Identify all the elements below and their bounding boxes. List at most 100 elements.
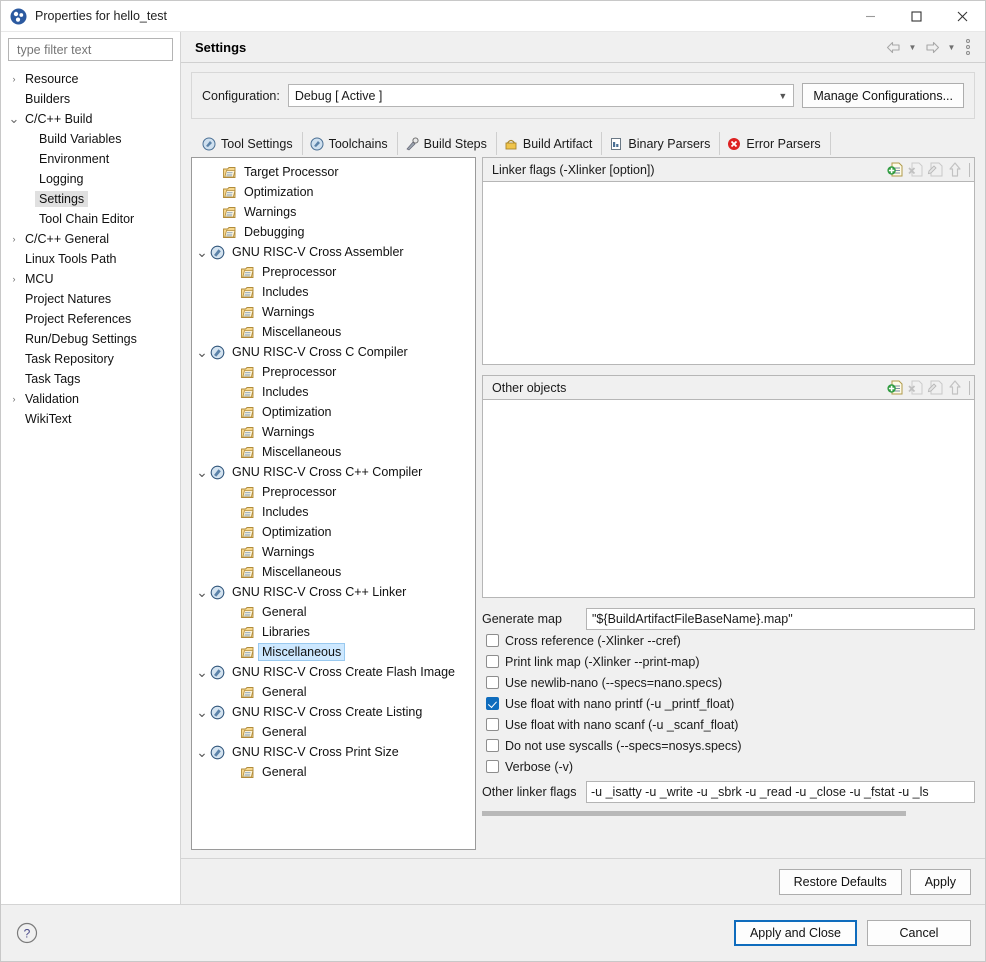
linker-flags-list[interactable]: [482, 182, 975, 365]
tool-tree-item[interactable]: Includes: [194, 502, 475, 522]
apply-button[interactable]: Apply: [909, 868, 971, 895]
move-up-icon[interactable]: [947, 379, 964, 396]
tool-tree-item[interactable]: ⌄ GNU RISC-V Cross Create Flash Image: [194, 662, 475, 682]
tool-tree-item[interactable]: Miscellaneous: [194, 322, 475, 342]
help-icon[interactable]: ?: [15, 921, 39, 945]
move-up-icon[interactable]: [947, 161, 964, 178]
tool-tree-item[interactable]: ⌄ GNU RISC-V Cross C++ Linker: [194, 582, 475, 602]
linker-option-row[interactable]: Print link map (-Xlinker --print-map): [482, 651, 975, 672]
linker-option-row[interactable]: Use float with nano scanf (-u _scanf_flo…: [482, 714, 975, 735]
add-icon[interactable]: [887, 161, 904, 178]
sidebar-item-project-natures[interactable]: Project Natures: [3, 289, 180, 309]
sidebar-item-validation[interactable]: › Validation: [3, 389, 180, 409]
tab-build-steps[interactable]: Build Steps: [398, 132, 497, 155]
linker-option-row[interactable]: Use float with nano printf (-u _printf_f…: [482, 693, 975, 714]
tool-tree-item[interactable]: Preprocessor: [194, 262, 475, 282]
edit-icon[interactable]: [927, 379, 944, 396]
linker-option-row[interactable]: Use newlib-nano (--specs=nano.specs): [482, 672, 975, 693]
tool-tree-item[interactable]: Optimization: [194, 182, 475, 202]
sidebar-item-settings[interactable]: Settings: [3, 189, 180, 209]
sidebar-item-c-c-general[interactable]: › C/C++ General: [3, 229, 180, 249]
tool-tree-item[interactable]: General: [194, 682, 475, 702]
tool-tree-item[interactable]: ⌄ GNU RISC-V Cross C Compiler: [194, 342, 475, 362]
chevron-down-icon[interactable]: ⌄: [7, 112, 21, 125]
filter-input[interactable]: [15, 41, 166, 58]
checkbox[interactable]: [486, 739, 499, 752]
linker-option-row[interactable]: Cross reference (-Xlinker --cref): [482, 630, 975, 651]
sidebar-item-c-c-build[interactable]: ⌄ C/C++ Build: [3, 109, 180, 129]
sidebar-item-resource[interactable]: › Resource: [3, 69, 180, 89]
chevron-down-icon[interactable]: ⌄: [194, 665, 210, 679]
sidebar-item-environment[interactable]: Environment: [3, 149, 180, 169]
tool-tree-item[interactable]: Warnings: [194, 302, 475, 322]
view-menu-icon[interactable]: [961, 37, 975, 57]
tool-tree-item[interactable]: ⌄ GNU RISC-V Cross Create Listing: [194, 702, 475, 722]
tool-tree-item[interactable]: Warnings: [194, 202, 475, 222]
delete-icon[interactable]: [907, 161, 924, 178]
tool-tree-item[interactable]: Optimization: [194, 402, 475, 422]
edit-icon[interactable]: [927, 161, 944, 178]
chevron-down-icon[interactable]: ⌄: [194, 705, 210, 719]
tool-tree-item[interactable]: Includes: [194, 282, 475, 302]
checkbox[interactable]: [486, 634, 499, 647]
add-icon[interactable]: [887, 379, 904, 396]
chevron-down-icon[interactable]: ⌄: [194, 745, 210, 759]
tool-tree[interactable]: Target Processor Optimization Warnings Debu…: [191, 157, 476, 850]
chevron-right-icon[interactable]: ›: [7, 234, 21, 244]
checkbox[interactable]: [486, 697, 499, 710]
chevron-down-icon[interactable]: ⌄: [194, 585, 210, 599]
sidebar-item-mcu[interactable]: › MCU: [3, 269, 180, 289]
horizontal-scrollbar[interactable]: [482, 810, 975, 817]
filter-box[interactable]: [8, 38, 173, 61]
tool-tree-item[interactable]: Warnings: [194, 422, 475, 442]
configuration-select[interactable]: Debug [ Active ] ▼: [287, 84, 795, 107]
forward-history-dropdown-icon[interactable]: ▼: [945, 37, 958, 57]
tab-toolchains[interactable]: Toolchains: [303, 132, 398, 155]
apply-and-close-button[interactable]: Apply and Close: [733, 920, 857, 946]
tool-tree-item[interactable]: Preprocessor: [194, 362, 475, 382]
sidebar-item-tool-chain-editor[interactable]: Tool Chain Editor: [3, 209, 180, 229]
other-objects-list[interactable]: [482, 400, 975, 598]
linker-option-row[interactable]: Verbose (-v): [482, 756, 975, 777]
tab-binary-parsers[interactable]: Binary Parsers: [602, 132, 721, 155]
tool-tree-item[interactable]: General: [194, 722, 475, 742]
tool-tree-item[interactable]: Optimization: [194, 522, 475, 542]
tool-tree-item[interactable]: Warnings: [194, 542, 475, 562]
chevron-down-icon[interactable]: ⌄: [194, 245, 210, 259]
sidebar-item-run-debug-settings[interactable]: Run/Debug Settings: [3, 329, 180, 349]
checkbox[interactable]: [486, 655, 499, 668]
scrollbar-thumb[interactable]: [482, 811, 906, 816]
chevron-right-icon[interactable]: ›: [7, 274, 21, 284]
sidebar-item-task-tags[interactable]: Task Tags: [3, 369, 180, 389]
checkbox[interactable]: [486, 760, 499, 773]
checkbox[interactable]: [486, 718, 499, 731]
sidebar-item-builders[interactable]: Builders: [3, 89, 180, 109]
tool-tree-item[interactable]: General: [194, 602, 475, 622]
chevron-right-icon[interactable]: ›: [7, 394, 21, 404]
manage-configurations-button[interactable]: Manage Configurations...: [802, 83, 964, 108]
minimize-button[interactable]: [847, 1, 893, 32]
cancel-button[interactable]: Cancel: [867, 920, 971, 946]
sidebar-item-linux-tools-path[interactable]: Linux Tools Path: [3, 249, 180, 269]
tool-tree-item[interactable]: Includes: [194, 382, 475, 402]
tool-tree-item[interactable]: Miscellaneous: [194, 562, 475, 582]
forward-arrow-icon[interactable]: [922, 37, 942, 57]
other-linker-flags-input[interactable]: -u _isatty -u _write -u _sbrk -u _read -…: [586, 781, 975, 803]
chevron-right-icon[interactable]: ›: [7, 74, 21, 84]
tab-tool-settings[interactable]: Tool Settings: [195, 132, 303, 155]
chevron-down-icon[interactable]: ⌄: [194, 345, 210, 359]
tab-error-parsers[interactable]: Error Parsers: [720, 132, 831, 155]
tool-tree-item[interactable]: ⌄ GNU RISC-V Cross Print Size: [194, 742, 475, 762]
tool-tree-item[interactable]: General: [194, 762, 475, 782]
tool-tree-item[interactable]: ⌄ GNU RISC-V Cross C++ Compiler: [194, 462, 475, 482]
back-history-dropdown-icon[interactable]: ▼: [906, 37, 919, 57]
tab-build-artifact[interactable]: Build Artifact: [497, 132, 603, 155]
tool-tree-item[interactable]: Preprocessor: [194, 482, 475, 502]
tool-tree-item[interactable]: Debugging: [194, 222, 475, 242]
tool-tree-item[interactable]: Libraries: [194, 622, 475, 642]
sidebar-item-task-repository[interactable]: Task Repository: [3, 349, 180, 369]
tool-tree-item[interactable]: Miscellaneous: [194, 442, 475, 462]
generate-map-input[interactable]: "${BuildArtifactFileBaseName}.map": [586, 608, 975, 630]
tool-tree-item[interactable]: Target Processor: [194, 162, 475, 182]
back-arrow-icon[interactable]: [883, 37, 903, 57]
